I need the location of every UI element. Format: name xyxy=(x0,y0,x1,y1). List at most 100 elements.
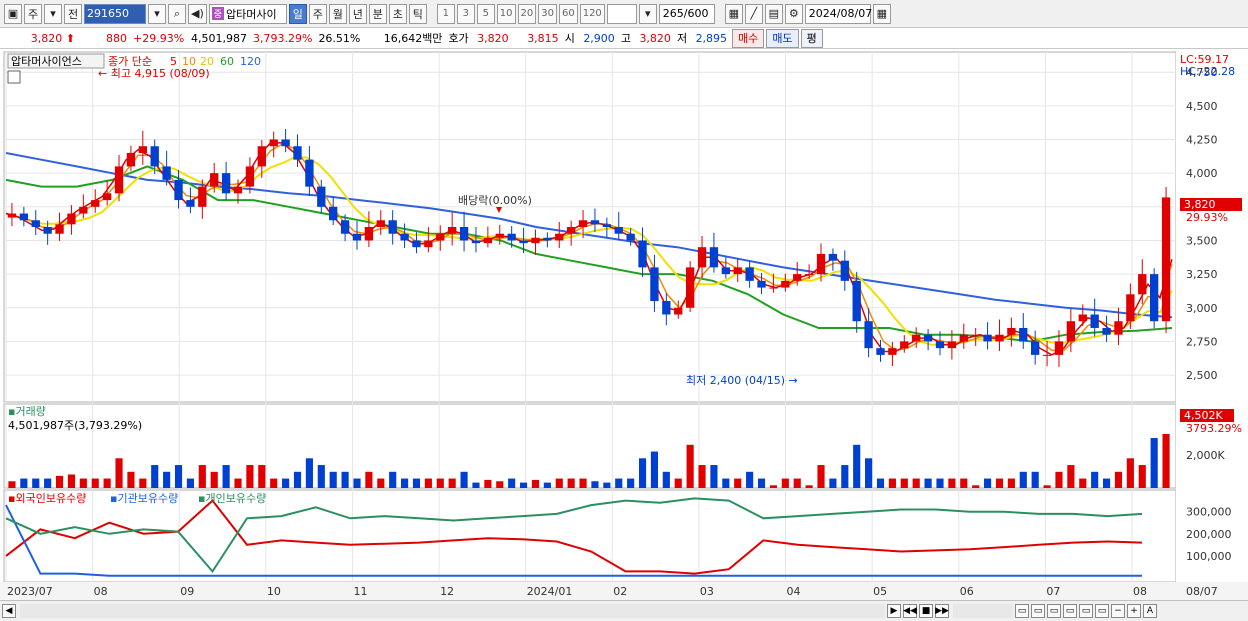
stop-icon[interactable]: ■ xyxy=(919,604,933,618)
interval-60-button[interactable]: 60 xyxy=(558,3,578,24)
candle-body xyxy=(1007,327,1016,335)
candle-body xyxy=(555,233,564,241)
interval-5-button[interactable]: 5 xyxy=(476,3,495,24)
volume-bar xyxy=(876,478,885,488)
gear-icon[interactable]: ⚙ xyxy=(784,3,803,24)
candle-body xyxy=(947,341,957,349)
draw-tool-icon[interactable]: ╱ xyxy=(744,3,763,24)
candle-body xyxy=(31,220,40,227)
sell-button[interactable]: 매도 xyxy=(766,28,799,48)
candle-body xyxy=(840,260,849,281)
candle-body xyxy=(590,220,600,225)
volume-last-pct: 3793.29% xyxy=(1186,422,1242,435)
layout-3-icon[interactable]: ▭ xyxy=(1047,604,1061,618)
zoom-in-icon[interactable]: + xyxy=(1127,604,1141,618)
layout-2-icon[interactable]: ▭ xyxy=(1031,604,1045,618)
period-year-button[interactable]: 년 xyxy=(348,3,367,24)
volume-bar xyxy=(103,478,111,488)
holdings-pane[interactable] xyxy=(3,489,1177,583)
forward-icon[interactable]: ▶▶ xyxy=(935,604,949,618)
individual-legend: ▪개인보유수량 xyxy=(198,492,266,505)
volume-last-label: 4,502K xyxy=(1184,409,1223,422)
volume-bar xyxy=(924,478,932,488)
period-minute-button[interactable]: 분 xyxy=(368,3,387,24)
font-size-icon[interactable]: A xyxy=(1143,604,1157,618)
volume-bar xyxy=(1126,458,1134,488)
candle-body xyxy=(340,220,350,234)
scroll-track[interactable] xyxy=(20,604,885,618)
interval-3-button[interactable]: 3 xyxy=(456,3,475,24)
stock-name-field[interactable]: 중 압타머사이 xyxy=(208,3,287,24)
rewind-icon[interactable]: ◀◀ xyxy=(903,604,917,618)
chart-area[interactable]: 300,000 200,000 100,000 4,750 4,500 4,250 4,0… xyxy=(0,50,1248,621)
candle-body xyxy=(662,301,671,315)
candle-body xyxy=(114,166,124,194)
code-dropdown-icon[interactable]: ▾ xyxy=(148,3,166,24)
period-month-button[interactable]: 월 xyxy=(328,3,347,24)
sound-icon[interactable]: ◀) xyxy=(188,3,207,24)
volume-bar xyxy=(1138,465,1146,488)
mode-button[interactable]: 주 xyxy=(24,3,42,24)
interval-10-button[interactable]: 10 xyxy=(496,3,516,24)
zoom-slider[interactable] xyxy=(953,604,1013,618)
average-button[interactable]: 평 xyxy=(800,28,823,48)
hoga-label: 호가 xyxy=(448,32,469,45)
search-icon[interactable]: ⌕ xyxy=(168,3,186,24)
window-menu-icon[interactable]: ▣ xyxy=(4,3,22,24)
interval-120-button[interactable]: 120 xyxy=(579,3,605,24)
month-tick-label: 09 xyxy=(180,585,194,598)
prev-button[interactable]: 전 xyxy=(64,3,82,24)
interval-dropdown-icon[interactable]: ▾ xyxy=(638,3,657,24)
scroll-left-icon[interactable]: ◀ xyxy=(2,604,16,618)
candle-body xyxy=(150,146,159,167)
candle-body xyxy=(900,341,909,349)
price-pane[interactable] xyxy=(3,51,1177,403)
buy-button[interactable]: 매수 xyxy=(732,28,765,48)
interval-30-button[interactable]: 30 xyxy=(538,3,557,24)
volume-bar xyxy=(8,481,16,488)
candle-body xyxy=(245,166,255,187)
period-second-button[interactable]: 초 xyxy=(388,3,407,24)
interval-1-button[interactable]: 1 xyxy=(436,3,455,24)
candle-body xyxy=(566,227,576,234)
grid-toggle-icon[interactable] xyxy=(7,70,21,84)
layout-1-icon[interactable]: ▭ xyxy=(1015,604,1029,618)
candle-body xyxy=(983,334,992,342)
volume-ytick: 2,000K xyxy=(1186,449,1225,462)
chart-svg[interactable]: 300,000200,000100,000 4,7504,5004,2504,0… xyxy=(0,50,1248,621)
volume-bar xyxy=(531,479,540,488)
count-input[interactable]: 265/600 xyxy=(658,3,715,24)
candle-body xyxy=(1138,274,1147,295)
candle-body xyxy=(43,227,52,234)
price-tick-label: 4,000 xyxy=(1186,167,1218,180)
interval-20-button[interactable]: 20 xyxy=(517,3,537,24)
calendar-icon[interactable]: ▦ xyxy=(872,3,891,24)
period-week-button[interactable]: 주 xyxy=(308,3,327,24)
candle-body xyxy=(317,186,326,207)
print-icon[interactable]: ▤ xyxy=(764,3,783,24)
interval-custom-input[interactable] xyxy=(606,3,637,24)
layout-4-icon[interactable]: ▭ xyxy=(1063,604,1077,618)
candle-body xyxy=(745,267,754,281)
trade-amount: 16,642백만 xyxy=(383,32,443,45)
layout-5-icon[interactable]: ▭ xyxy=(1079,604,1093,618)
count-value: 265 xyxy=(662,7,684,20)
candle-body xyxy=(7,213,17,218)
zoom-out-icon[interactable]: − xyxy=(1111,604,1125,618)
period-tick-button[interactable]: 틱 xyxy=(408,3,427,24)
volume-bar xyxy=(603,482,611,488)
date-input[interactable]: 2024/08/07 xyxy=(804,3,872,24)
price-tick-label: 4,500 xyxy=(1186,100,1218,113)
stock-code-input[interactable]: 291650 xyxy=(84,3,146,24)
candle-body xyxy=(697,247,707,268)
scroll-right-icon[interactable]: ▶ xyxy=(887,604,901,618)
period-day-button[interactable]: 일 xyxy=(288,3,307,24)
volume-bar xyxy=(484,479,492,488)
layout-icon[interactable]: ▦ xyxy=(724,3,743,24)
scrollbar[interactable]: ◀ ▶ ◀◀ ■ ▶▶ ▭ ▭ ▭ ▭ ▭ ▭ − + A xyxy=(0,600,1248,621)
y-axis-band xyxy=(1176,52,1248,582)
mode-dropdown-icon[interactable]: ▾ xyxy=(44,3,62,24)
layout-6-icon[interactable]: ▭ xyxy=(1095,604,1109,618)
volume-bar xyxy=(174,465,183,488)
candle-body xyxy=(19,213,29,221)
